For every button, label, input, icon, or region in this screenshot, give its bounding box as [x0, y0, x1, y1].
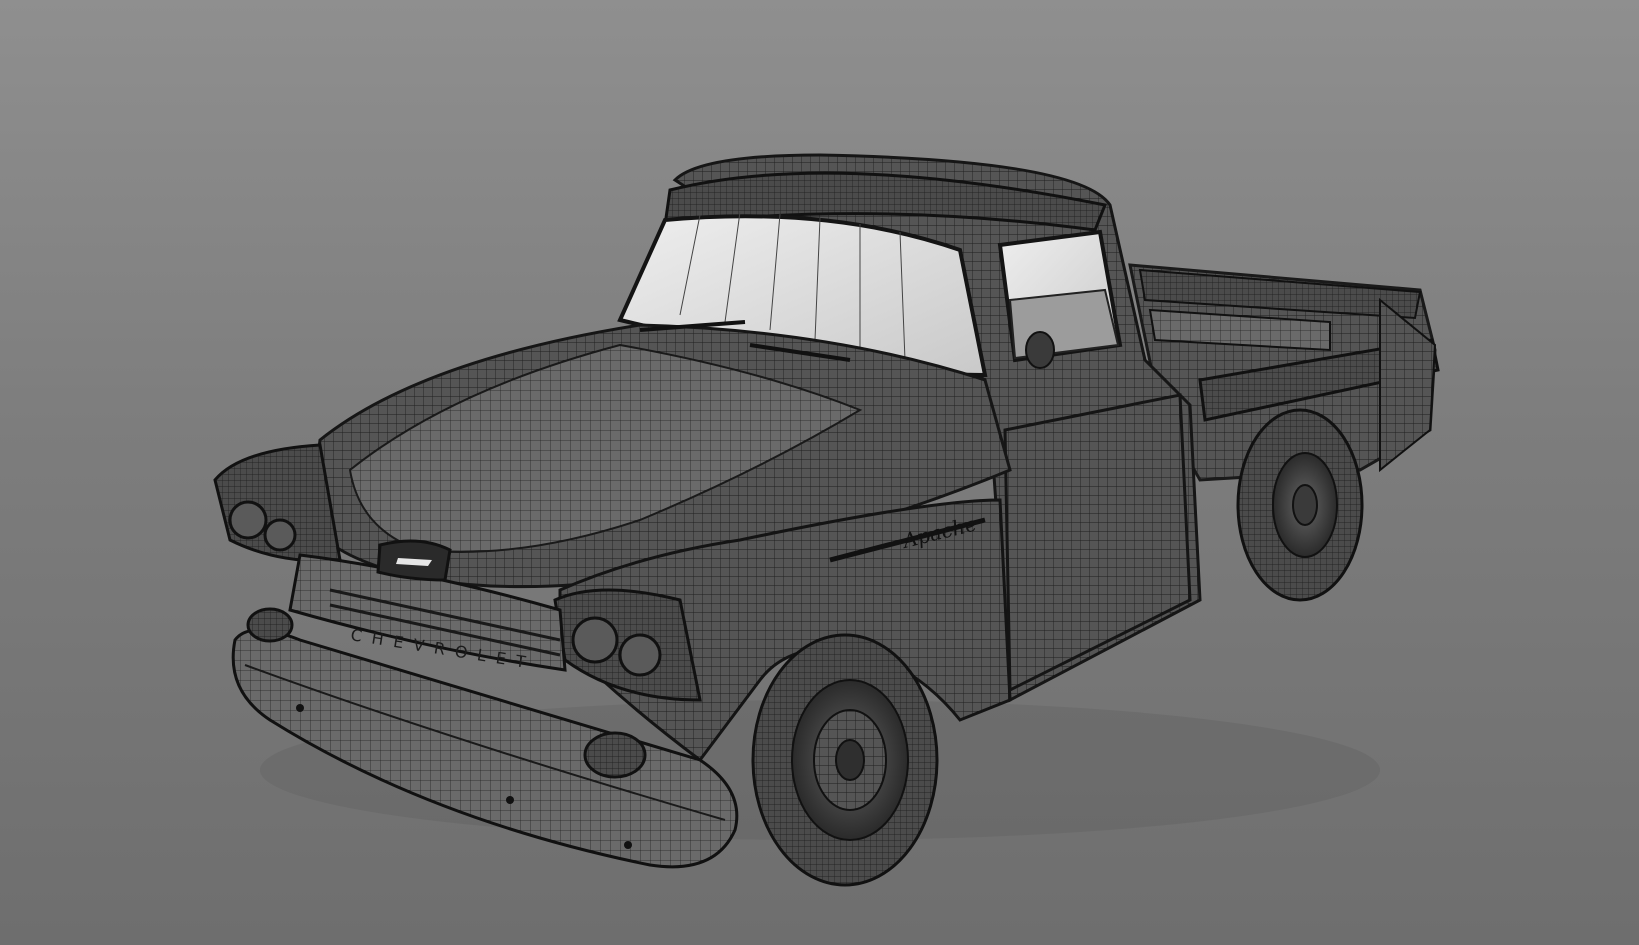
left-bumper-guard — [246, 607, 294, 643]
truck-render: Apache CHEVROLET — [213, 153, 1440, 887]
rear-wheel — [1236, 408, 1364, 602]
mirror — [1025, 331, 1055, 369]
left-headlight-inner — [263, 518, 297, 552]
door-panel — [1003, 393, 1192, 693]
front-wheel — [751, 633, 939, 887]
right-headlight — [571, 616, 619, 664]
3d-viewport[interactable]: Apache CHEVROLET — [0, 0, 1639, 945]
left-headlight — [228, 500, 268, 540]
right-bumper-guard — [583, 731, 647, 779]
right-headlight-inner — [618, 633, 662, 677]
